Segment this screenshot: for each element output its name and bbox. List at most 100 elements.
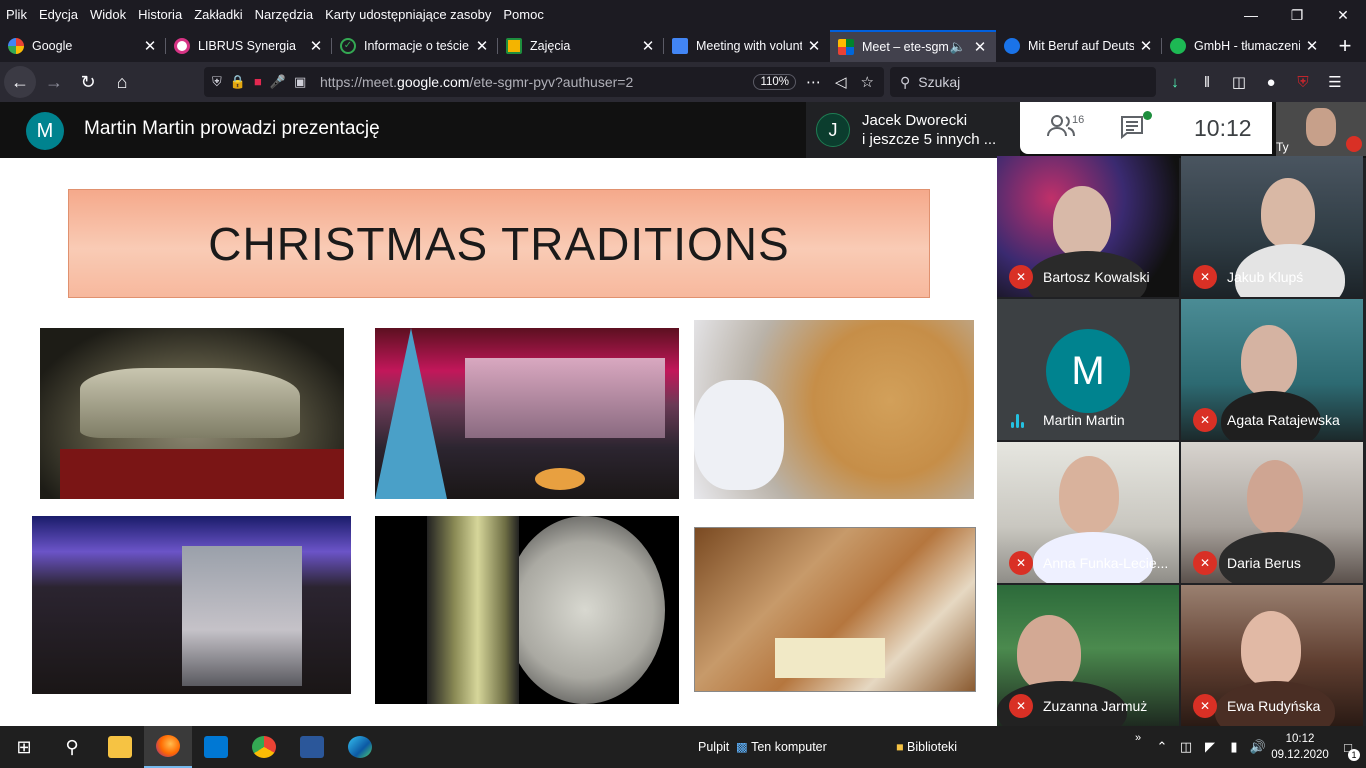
menu-tools[interactable]: Narzędzia [249,5,320,25]
notification-icon[interactable]: □ 1 [1330,740,1366,761]
close-tab-icon[interactable]: ✕ [1138,37,1154,55]
battery-icon[interactable]: ▮ [1222,739,1246,755]
close-tab-icon[interactable]: ✕ [806,37,822,55]
pocket-icon[interactable]: ◁ [835,73,847,91]
download-icon[interactable]: ↓ [1164,74,1186,91]
menu-view[interactable]: Widok [84,5,132,25]
file-explorer-icon[interactable] [96,726,144,768]
tab-gmbh[interactable]: GmbH - tłumaczeni ✕ [1162,30,1328,62]
computer-toolbar[interactable]: ▩ Ten komputer [736,726,827,768]
participant-tile[interactable]: ✕ Anna Funka-Lecie... [997,442,1179,583]
word-icon[interactable] [288,726,336,768]
volume-icon[interactable]: 🔊 [1246,739,1270,755]
reload-icon[interactable]: ↻ [72,66,104,98]
menu-containers[interactable]: Karty udostępniające zasoby [319,5,497,25]
chrome-icon[interactable] [240,726,288,768]
menu-edit[interactable]: Edycja [33,5,84,25]
shield-icon[interactable]: ⛨ [212,74,222,90]
close-window-icon[interactable]: ✕ [1320,0,1366,30]
slide-title-box: CHRISTMAS TRADITIONS [68,189,930,298]
edge-icon[interactable] [336,726,384,768]
desktop-label[interactable]: Pulpit [698,726,729,768]
tab-mit-beruf[interactable]: Mit Beruf auf Deuts ✕ [996,30,1162,62]
search-input[interactable]: ⚲ Szukaj [890,67,1156,97]
toolbar-expand-icon[interactable]: » [1126,732,1150,744]
hamburger-menu-icon[interactable]: ☰ [1324,73,1346,91]
start-windows-icon[interactable]: ⊞ [0,726,48,768]
chat-button[interactable] [1120,111,1152,141]
close-tab-icon[interactable]: ✕ [640,37,656,55]
tab-meet[interactable]: Meet – ete-sgmr 🔈 ✕ [830,30,996,62]
participant-tile[interactable]: ✕ Daria Berus [1181,442,1363,583]
wifi-icon[interactable]: ◤ [1198,739,1222,755]
tab-meeting[interactable]: Meeting with volunt ✕ [664,30,830,62]
url-text[interactable]: https://meet.google.com/ete-sgmr-pyv?aut… [320,74,753,90]
speaker-icon[interactable]: 🔈 [950,39,966,55]
camera-icon[interactable]: ■ [254,74,262,90]
participant-tile[interactable]: ✕ Agata Ratajewska [1181,299,1363,440]
nativity-scene-image [40,328,344,499]
calculator-icon[interactable] [192,726,240,768]
back-icon[interactable]: ← [4,66,36,98]
home-icon[interactable]: ⌂ [106,66,138,98]
mic-off-icon: ✕ [1009,694,1033,718]
bookmark-star-icon[interactable]: ☆ [861,73,874,91]
libraries-toolbar[interactable]: ■ Biblioteki [896,726,957,768]
joined-notification[interactable]: J Jacek Dworecki i jeszcze 5 innych ... [806,102,1020,158]
participant-tile[interactable]: M Martin Martin [997,299,1179,440]
minimize-icon[interactable]: — [1228,0,1274,30]
tab-librus[interactable]: LIBRUS Synergia ✕ [166,30,332,62]
participant-tile[interactable]: ✕ Bartosz Kowalski [997,156,1179,297]
window-controls: — ❐ ✕ [1228,0,1366,30]
microphone-icon[interactable]: 🎤 [270,74,286,90]
tab-test-info[interactable]: ✓ Informacje o teście ✕ [332,30,498,62]
chat-icon [1121,116,1143,140]
tab-label: Google [32,39,73,53]
menu-history[interactable]: Historia [132,5,188,25]
account-icon[interactable]: ● [1260,74,1282,91]
firefox-icon[interactable] [144,726,192,768]
pastries-image [694,320,974,499]
participant-tile[interactable]: ✕ Ewa Rudyńska [1181,585,1363,726]
zoom-level[interactable]: 110% [753,74,796,90]
ublock-icon[interactable]: ⛨ [1292,74,1314,91]
participant-tile[interactable]: ✕ Zuzanna Jarmuż [997,585,1179,726]
chevron-up-icon[interactable]: ⌃ [1150,739,1174,755]
close-tab-icon[interactable]: ✕ [1304,37,1320,55]
taskbar-clock[interactable]: 10:12 09.12.2020 [1270,731,1330,763]
participant-tile[interactable]: ✕ Jakub Klupś [1181,156,1363,297]
windows-taskbar: ⊞ ⚲ Pulpit ▩ Ten komputer ■ Biblioteki »… [0,726,1366,768]
library-icon[interactable]: ‖ [1196,74,1218,91]
tab-label: Meet – ete-sgmr [862,40,948,54]
restore-icon[interactable]: ❐ [1274,0,1320,30]
folder-icon: ■ [896,740,908,754]
chat-unread-dot [1143,111,1152,120]
close-tab-icon[interactable]: ✕ [308,37,324,55]
tab-classroom[interactable]: Zajęcia ✕ [498,30,664,62]
forward-icon[interactable]: → [38,66,70,98]
lock-icon[interactable]: 🔒 [230,74,246,90]
new-tab-icon[interactable]: + [1328,30,1362,62]
parade-image [32,516,351,694]
menu-bookmarks[interactable]: Zakładki [188,5,248,25]
network-adapter-icon[interactable]: ◫ [1174,739,1198,755]
menu-help[interactable]: Pomoc [497,5,549,25]
meet-clock: 10:12 [1194,114,1252,141]
screen-share-icon[interactable]: ▣ [294,74,306,90]
mic-off-icon: ✕ [1193,694,1217,718]
joined-line2: i jeszcze 5 innych ... [862,131,997,148]
mic-off-icon: ✕ [1009,551,1033,575]
more-icon[interactable]: ⋯ [806,73,821,91]
close-tab-icon[interactable]: ✕ [142,37,158,55]
notification-count: 1 [1348,748,1360,761]
menu-file[interactable]: Plik [0,5,33,25]
search-taskbar-icon[interactable]: ⚲ [48,726,96,768]
close-tab-icon[interactable]: ✕ [972,38,988,56]
participants-button[interactable]: 16 [1046,114,1084,142]
navigation-bar: ← → ↻ ⌂ ⛨ 🔒 ■ 🎤 ▣ https://meet.google.co… [0,62,1366,102]
url-bar[interactable]: ⛨ 🔒 ■ 🎤 ▣ https://meet.google.com/ete-sg… [204,67,884,97]
self-view[interactable]: Ty [1276,102,1366,156]
tab-google[interactable]: Google ✕ [0,30,166,62]
close-tab-icon[interactable]: ✕ [474,37,490,55]
sidebar-icon[interactable]: ◫ [1228,73,1250,91]
